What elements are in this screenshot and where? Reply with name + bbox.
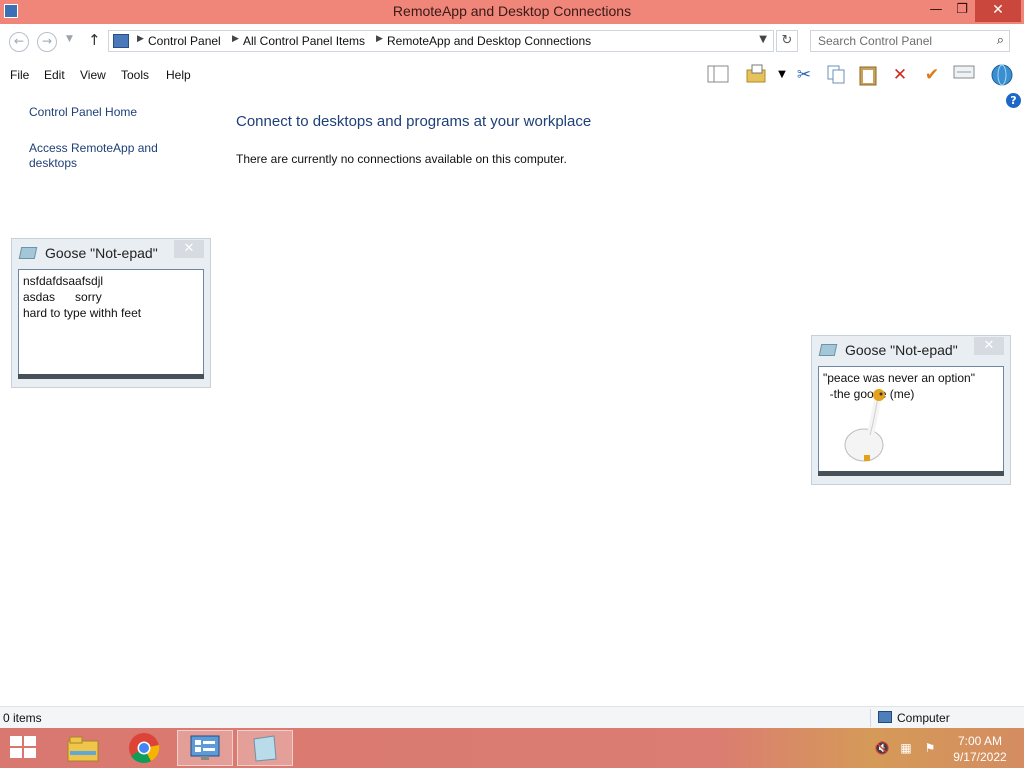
- globe-icon[interactable]: [990, 64, 1014, 86]
- breadcrumb-control-panel[interactable]: Control Panel: [148, 34, 221, 48]
- menu-bar: File Edit View Tools Help ▼ ✂ ✕ ✔: [0, 60, 1024, 90]
- action-center-icon[interactable]: ⚑: [922, 741, 938, 755]
- menu-view[interactable]: View: [80, 68, 106, 82]
- no-connections-message: There are currently no connections avail…: [236, 152, 567, 166]
- nav-control-panel-home[interactable]: Control Panel Home: [29, 105, 137, 120]
- breadcrumb-all-items[interactable]: All Control Panel Items: [243, 34, 365, 48]
- taskbar-file-explorer[interactable]: [55, 730, 111, 766]
- notepad-bottom-bar: [18, 374, 204, 379]
- taskbar-chrome[interactable]: [116, 730, 172, 766]
- copy-icon[interactable]: [824, 64, 848, 86]
- status-bar: 0 items Computer: [0, 706, 1024, 728]
- menu-file[interactable]: File: [10, 68, 29, 82]
- item-count: 0 items: [3, 711, 42, 725]
- status-divider: [870, 709, 871, 727]
- goose-icon[interactable]: [838, 385, 892, 469]
- breadcrumb-remoteapp[interactable]: RemoteApp and Desktop Connections: [387, 34, 591, 48]
- cut-icon[interactable]: ✂: [792, 64, 816, 86]
- notepad-text[interactable]: nsfdafdsaafsdjl asdas sorry hard to type…: [18, 269, 204, 375]
- breadcrumb-separator-icon[interactable]: ▶: [376, 34, 383, 44]
- menu-tools[interactable]: Tools: [121, 68, 149, 82]
- file-explorer-icon: [67, 736, 99, 762]
- folder-options-icon[interactable]: [744, 64, 768, 86]
- recent-locations-dropdown[interactable]: ▼: [66, 34, 73, 44]
- notepad-icon: [253, 735, 277, 762]
- search-input[interactable]: [811, 31, 981, 51]
- nav-access-remoteapp-line1[interactable]: Access RemoteApp and: [29, 141, 158, 156]
- taskbar-control-panel[interactable]: [177, 730, 233, 766]
- refresh-button[interactable]: ↻: [776, 30, 798, 52]
- address-dropdown-icon[interactable]: ▼: [759, 34, 767, 45]
- chrome-icon: [129, 733, 160, 763]
- notepad-close-button[interactable]: ✕: [974, 337, 1004, 355]
- computer-icon: [878, 711, 892, 723]
- search-box[interactable]: ⌕: [810, 30, 1010, 52]
- close-button[interactable]: ✕: [975, 0, 1021, 22]
- title-bar: RemoteApp and Desktop Connections — ❐ ✕: [0, 0, 1024, 24]
- forward-button[interactable]: →: [37, 32, 57, 52]
- goose-notepad-window[interactable]: Goose "Not-epad" ✕ nsfdafdsaafsdjl asdas…: [11, 238, 211, 388]
- volume-muted-icon[interactable]: 🔇: [874, 741, 890, 755]
- network-icon[interactable]: ▦: [898, 741, 914, 755]
- notepad-bottom-bar: [818, 471, 1004, 476]
- menu-edit[interactable]: Edit: [44, 68, 65, 82]
- notepad-title: Goose "Not-epad": [845, 342, 958, 358]
- up-button[interactable]: ↑: [88, 31, 101, 49]
- back-button[interactable]: ←: [9, 32, 29, 52]
- clock-date: 9/17/2022: [953, 750, 1007, 764]
- location-label: Computer: [897, 711, 950, 725]
- start-button[interactable]: [10, 736, 38, 760]
- address-row: ← → ▼ ↑ ▶ Control Panel ▶ All Control Pa…: [0, 24, 1024, 60]
- address-box[interactable]: ▶ Control Panel ▶ All Control Panel Item…: [108, 30, 774, 52]
- taskbar-goose-notepad[interactable]: [237, 730, 293, 766]
- properties-icon[interactable]: [952, 64, 976, 86]
- system-clock[interactable]: 7:00 AM 9/17/2022: [946, 733, 1014, 765]
- help-icon[interactable]: ?: [1006, 93, 1021, 108]
- layout-icon[interactable]: [706, 64, 730, 86]
- delete-icon[interactable]: ✕: [888, 64, 912, 86]
- notepad-icon: [818, 344, 838, 356]
- control-panel-icon: [190, 735, 220, 760]
- dropdown-icon[interactable]: ▼: [770, 64, 794, 86]
- control-panel-icon: [113, 34, 129, 48]
- taskbar: 🔇 ▦ ⚑ 7:00 AM 9/17/2022: [0, 728, 1024, 768]
- checkmark-icon[interactable]: ✔: [920, 64, 944, 86]
- breadcrumb-separator-icon[interactable]: ▶: [137, 34, 144, 44]
- nav-access-remoteapp-line2[interactable]: desktops: [29, 156, 77, 171]
- maximize-button[interactable]: ❐: [947, 0, 977, 22]
- paste-icon[interactable]: [856, 64, 880, 86]
- clock-time: 7:00 AM: [957, 734, 1003, 748]
- notepad-title: Goose "Not-epad": [45, 245, 158, 261]
- menu-help[interactable]: Help: [166, 68, 191, 82]
- page-heading: Connect to desktops and programs at your…: [236, 113, 592, 130]
- window-title: RemoteApp and Desktop Connections: [392, 3, 632, 19]
- breadcrumb-separator-icon[interactable]: ▶: [232, 34, 239, 44]
- notepad-close-button[interactable]: ✕: [174, 240, 204, 258]
- search-icon[interactable]: ⌕: [997, 33, 1004, 48]
- notepad-icon: [18, 247, 38, 259]
